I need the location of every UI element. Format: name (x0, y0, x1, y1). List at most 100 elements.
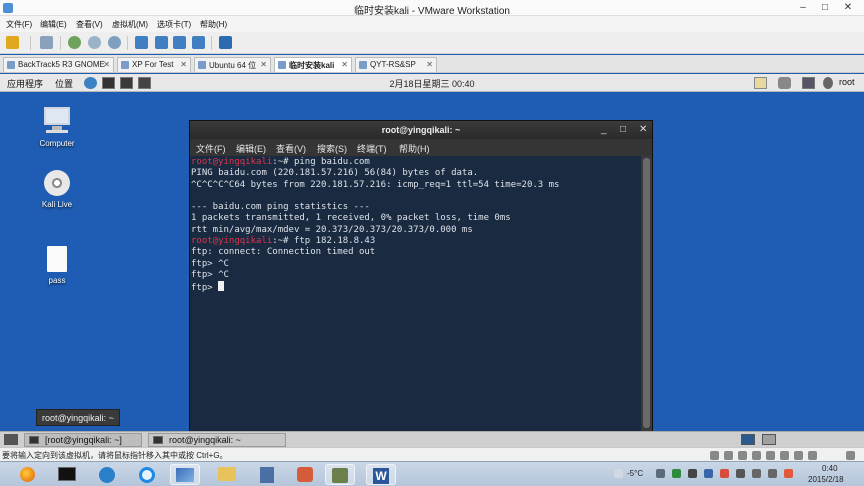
device-icon[interactable] (738, 451, 747, 460)
weather-temperature[interactable]: -5°C (627, 469, 643, 478)
vm-icon (278, 61, 286, 69)
taskbar-item-terminal-2[interactable]: root@yingqikali: ~ (148, 433, 286, 447)
show-library-icon[interactable] (135, 36, 148, 49)
vm-icon (7, 61, 15, 69)
close-tab-icon[interactable]: ✕ (426, 60, 433, 69)
terminal-scrollbar[interactable] (641, 156, 652, 432)
device-icon[interactable] (794, 451, 803, 460)
explorer-icon[interactable] (212, 464, 242, 485)
taskbar-time[interactable]: 0:40 (822, 464, 838, 473)
desktop-icon-computer[interactable]: Computer (27, 105, 87, 148)
terminal-maximize-button[interactable]: □ (620, 121, 626, 139)
device-icon[interactable] (780, 451, 789, 460)
weather-icon[interactable] (614, 469, 623, 478)
tray-icon[interactable] (704, 469, 713, 478)
close-tab-icon[interactable]: ✕ (103, 60, 110, 69)
terminal-output[interactable]: root@yingqikali:~# ping baidu.com PING ba… (190, 156, 642, 432)
vmware-icon[interactable] (170, 464, 200, 485)
workspace-2-icon[interactable] (762, 434, 776, 445)
menu-file[interactable]: 文件(F) (6, 19, 32, 30)
panel-clock[interactable]: 2月18日星期三 00:40 (0, 77, 864, 90)
terminal-icon (29, 436, 39, 444)
terminal-menu-file[interactable]: 文件(F) (196, 142, 226, 155)
windows-taskbar: W -5°C 0:40 2015/2/18 (0, 461, 864, 486)
firefox-icon[interactable] (12, 464, 42, 485)
scrollbar-thumb[interactable] (643, 158, 650, 428)
tab-xp-for-test[interactable]: XP For Test ✕ (117, 57, 191, 72)
maximize-button[interactable]: □ (815, 1, 835, 15)
tray-icon[interactable] (672, 469, 681, 478)
tool-icon[interactable] (252, 464, 282, 485)
menu-vm[interactable]: 虚拟机(M) (112, 19, 148, 30)
terminal-menu-terminal[interactable]: 终端(T) (357, 142, 387, 155)
wireshark-icon[interactable] (325, 464, 355, 485)
terminal-icon[interactable] (52, 464, 82, 485)
menu-edit[interactable]: 编辑(E) (40, 19, 67, 30)
vmware-menubar: 文件(F) 编辑(E) 查看(V) 虚拟机(M) 选项卡(T) 帮助(H) (0, 16, 864, 32)
close-tab-icon[interactable]: ✕ (180, 60, 187, 69)
terminal-close-button[interactable]: ✕ (639, 121, 647, 139)
workspace-1-icon[interactable] (741, 434, 755, 445)
volume-icon[interactable] (778, 77, 791, 89)
menu-help[interactable]: 帮助(H) (200, 19, 227, 30)
minimize-button[interactable]: – (793, 1, 813, 15)
terminal-minimize-button[interactable]: _ (601, 121, 607, 139)
unity-icon[interactable] (192, 36, 205, 49)
snapshot-manager-icon[interactable] (108, 36, 121, 49)
device-icon[interactable] (808, 451, 817, 460)
terminal-menu-edit[interactable]: 编辑(E) (236, 142, 266, 155)
tab-ubuntu-64[interactable]: Ubuntu 64 位 ✕ (194, 57, 271, 72)
terminal-menu-view[interactable]: 查看(V) (276, 142, 306, 155)
full-screen-icon[interactable] (173, 36, 186, 49)
desktop-icon-label: Computer (39, 139, 75, 148)
device-icon[interactable] (710, 451, 719, 460)
device-icon[interactable] (766, 451, 775, 460)
close-tab-icon[interactable]: ✕ (260, 60, 267, 69)
word-icon[interactable]: W (366, 464, 396, 485)
tray-icon[interactable] (688, 469, 697, 478)
tray-icon[interactable] (736, 469, 745, 478)
device-icon[interactable] (846, 451, 855, 460)
desktop-icon-pass[interactable]: pass (27, 246, 87, 285)
menu-tabs[interactable]: 选项卡(T) (157, 19, 191, 30)
toolbar-separator (127, 36, 128, 50)
device-icon[interactable] (752, 451, 761, 460)
volume-icon[interactable] (768, 469, 777, 478)
tab-temp-install-kali[interactable]: 临时安装kali ✕ (274, 57, 352, 72)
terminal-icon (153, 436, 163, 444)
network-icon[interactable] (92, 464, 122, 485)
menu-view[interactable]: 查看(V) (76, 19, 103, 30)
network-icon[interactable] (802, 77, 815, 89)
terminal-line: --- baidu.com ping statistics --- (191, 202, 370, 213)
terminal-menu-help[interactable]: 帮助(H) (399, 142, 430, 155)
taskbar-item-terminal[interactable]: [root@yingqikali: ~] (24, 433, 142, 447)
notification-icon[interactable] (754, 77, 767, 89)
close-tab-icon[interactable]: ✕ (341, 60, 348, 69)
network-status-icon[interactable] (752, 469, 761, 478)
terminal-titlebar[interactable]: root@yingqikali: ~ _ □ ✕ (190, 121, 652, 139)
taskbar-date[interactable]: 2015/2/18 (808, 475, 844, 484)
revert-snapshot-icon[interactable] (88, 36, 101, 49)
disc-icon (44, 170, 70, 196)
console-view-icon[interactable] (219, 36, 232, 49)
user-menu[interactable]: root (839, 77, 855, 87)
tab-qyt-rssp[interactable]: QYT-RS&SP ✕ (355, 57, 437, 72)
terminal-line: ftp> ^C (191, 269, 229, 280)
power-icon[interactable] (6, 36, 19, 49)
send-keys-icon[interactable] (40, 36, 53, 49)
snapshot-icon[interactable] (68, 36, 81, 49)
ie-icon[interactable] (132, 464, 162, 485)
security-icon[interactable] (784, 469, 793, 478)
show-desktop-icon[interactable] (4, 434, 18, 445)
terminal-line: root@yingqikali:~# ping baidu.com (191, 157, 642, 168)
desktop-icon-kali-live[interactable]: Kali Live (27, 170, 87, 209)
device-icon[interactable] (724, 451, 733, 460)
terminal-menu-search[interactable]: 搜索(S) (317, 142, 347, 155)
tray-icon[interactable] (656, 469, 665, 478)
thumbnail-icon[interactable] (155, 36, 168, 49)
close-button[interactable]: ✕ (838, 1, 858, 15)
paint-icon[interactable] (290, 464, 320, 485)
tab-backtrack5[interactable]: BackTrack5 R3 GNOME ✕ (3, 57, 114, 72)
tray-icon[interactable] (720, 469, 729, 478)
